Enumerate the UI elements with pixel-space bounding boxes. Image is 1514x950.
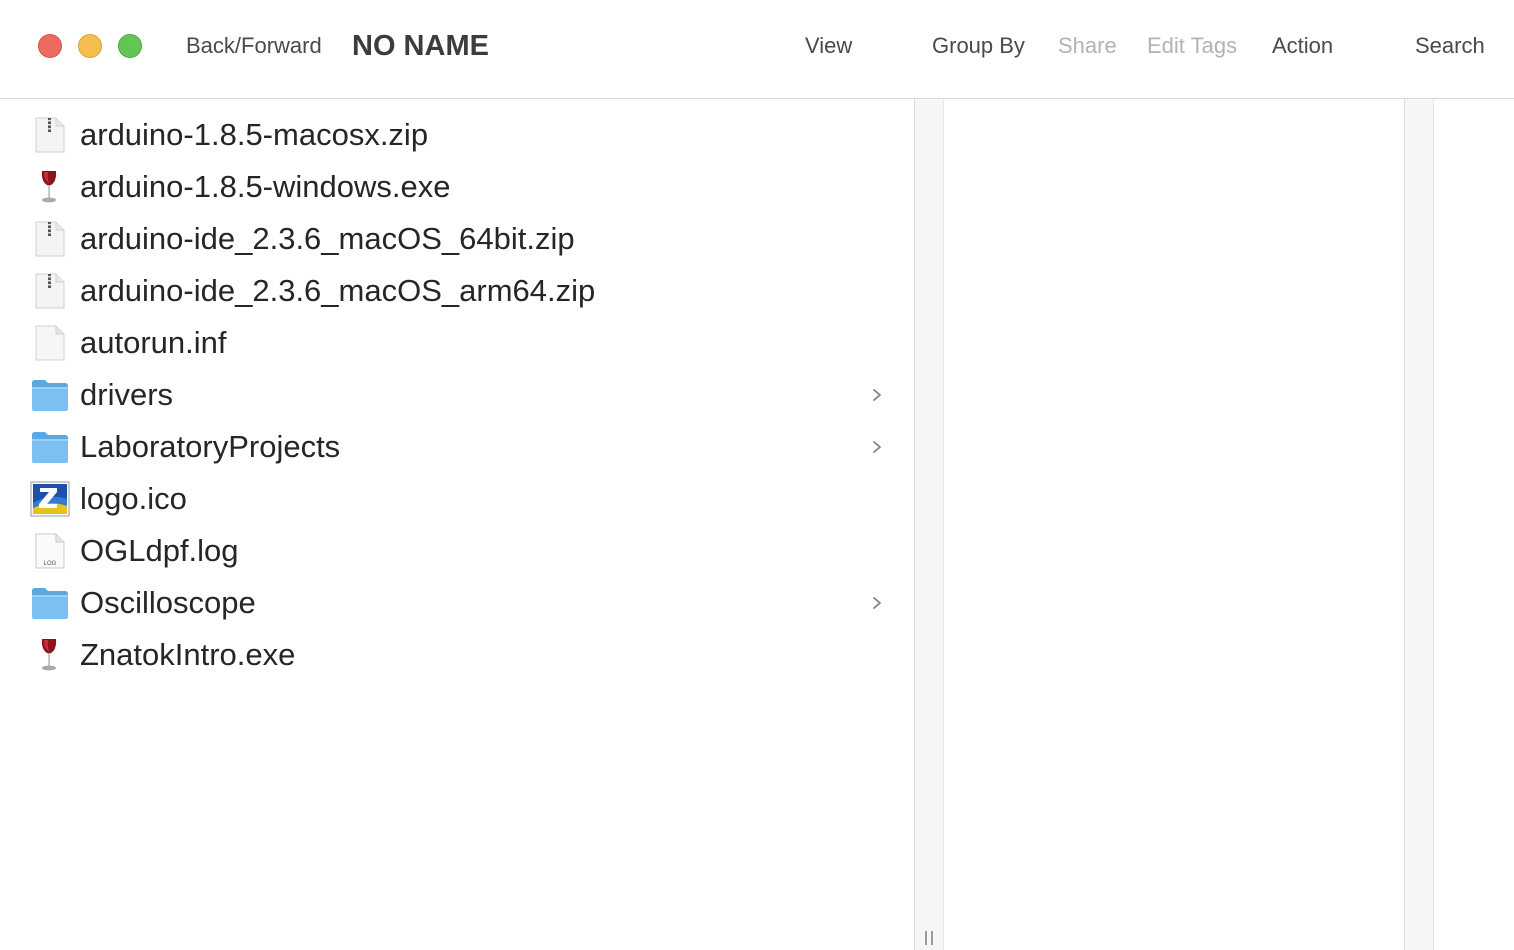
folder-icon [30,585,70,621]
file-row[interactable]: logo.ico [0,473,914,525]
wine-exe-icon [30,637,70,673]
minimize-button[interactable] [78,34,102,58]
action-button[interactable]: Action [1272,32,1333,60]
file-name: OGLdpf.log [80,533,239,568]
file-row[interactable]: LOG OGLdpf.log [0,525,914,577]
column-resize-handle[interactable] [922,931,936,945]
close-button[interactable] [38,34,62,58]
folder-row[interactable]: LaboratoryProjects [0,421,914,473]
window-title: NO NAME [352,30,489,62]
file-name: arduino-1.8.5-macosx.zip [80,117,429,152]
folder-icon [30,377,70,413]
folder-row[interactable]: Oscilloscope [0,577,914,629]
ico-image-icon [30,481,70,517]
file-row[interactable]: arduino-1.8.5-windows.exe [0,161,914,213]
toolbar: Back/Forward NO NAME View Group By Share… [0,0,1514,99]
group-by-button[interactable]: Group By [932,32,1025,60]
file-row[interactable]: arduino-1.8.5-macosx.zip [0,109,914,161]
file-name: arduino-1.8.5-windows.exe [80,169,451,204]
empty-column [944,99,1404,950]
back-forward-button[interactable]: Back/Forward [186,32,322,60]
file-list: arduino-1.8.5-macosx.zip arduino-1.8.5-wi… [0,109,914,681]
zoom-button[interactable] [118,34,142,58]
zip-archive-icon [30,117,70,153]
share-button[interactable]: Share [1058,32,1117,60]
log-icon-label: LOG [44,561,57,567]
file-row[interactable]: ZnatokIntro.exe [0,629,914,681]
file-name: LaboratoryProjects [80,429,341,464]
file-name: logo.ico [80,481,187,516]
folder-icon [30,429,70,465]
column-divider[interactable] [1404,99,1434,950]
chevron-right-icon [868,593,886,613]
wine-exe-icon [30,169,70,205]
file-name: autorun.inf [80,325,227,360]
file-row[interactable]: arduino-ide_2.3.6_macOS_arm64.zip [0,265,914,317]
search-button[interactable]: Search [1415,32,1485,60]
zip-archive-icon [30,221,70,257]
file-name: arduino-ide_2.3.6_macOS_arm64.zip [80,273,596,308]
log-document-icon: LOG [30,533,70,569]
blank-document-icon [30,325,70,361]
folder-row[interactable]: drivers [0,369,914,421]
edit-tags-button[interactable]: Edit Tags [1147,32,1237,60]
view-button[interactable]: View [805,32,852,60]
column-divider[interactable] [914,99,944,950]
zip-archive-icon [30,273,70,309]
file-row[interactable]: arduino-ide_2.3.6_macOS_64bit.zip [0,213,914,265]
file-name: drivers [80,377,174,412]
chevron-right-icon [868,437,886,457]
finder-window: Back/Forward NO NAME View Group By Share… [0,0,1514,950]
file-name: arduino-ide_2.3.6_macOS_64bit.zip [80,221,575,256]
file-name: ZnatokIntro.exe [80,637,296,672]
file-row[interactable]: autorun.inf [0,317,914,369]
preview-column [1434,99,1514,950]
chevron-right-icon [868,385,886,405]
file-name: Oscilloscope [80,585,256,620]
